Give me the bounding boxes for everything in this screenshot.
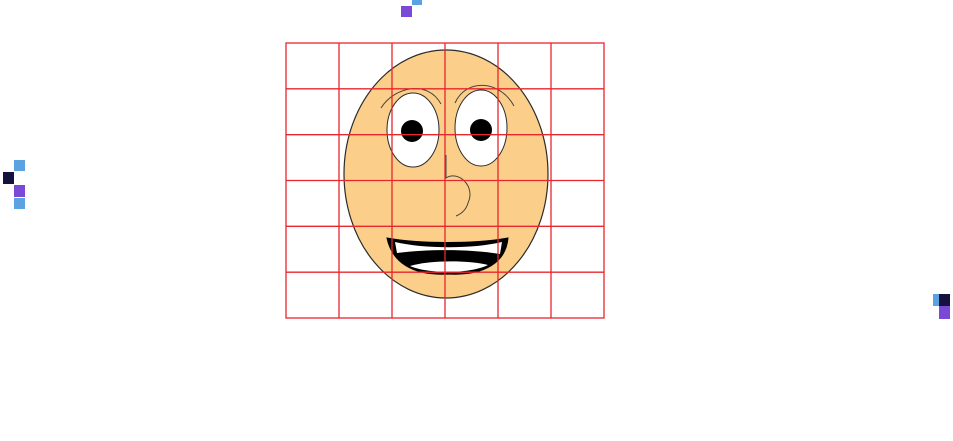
left-pupil: [401, 120, 423, 142]
pixel-purple: [14, 185, 25, 197]
right-pupil: [470, 119, 492, 141]
pixel-light-blue: [933, 294, 939, 306]
pixel-cluster-left: [3, 160, 25, 209]
pixel-light-blue: [412, 0, 422, 5]
pixel-cluster-right: [933, 294, 950, 319]
pixel-cluster-top: [401, 0, 422, 17]
pixel-navy: [939, 294, 950, 306]
pixel-purple: [401, 6, 412, 17]
face: [343, 49, 549, 299]
pixel-light-blue: [14, 160, 25, 171]
grid-overlay: [285, 42, 605, 319]
pixel-purple: [939, 306, 950, 319]
drawing-area: [3, 0, 950, 319]
pixel-navy: [3, 172, 14, 184]
canvas: [0, 0, 953, 441]
pixel-light-blue: [14, 198, 25, 209]
